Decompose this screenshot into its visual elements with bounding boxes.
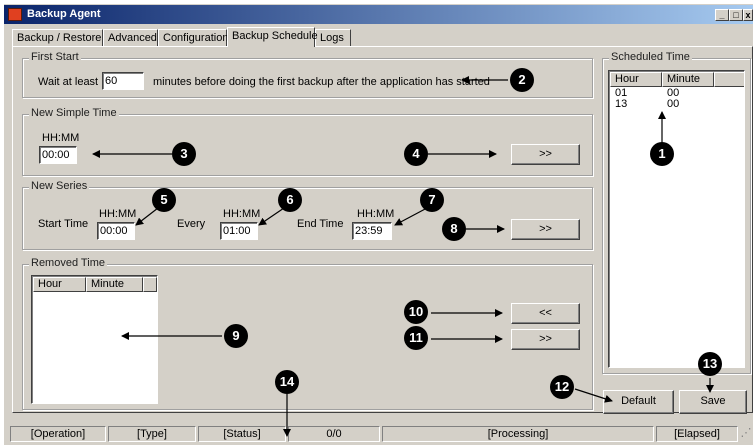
marker-6: 6 xyxy=(278,188,302,212)
marker-2: 2 xyxy=(510,68,534,92)
marker-12: 12 xyxy=(550,375,574,399)
marker-5: 5 xyxy=(152,188,176,212)
annotation-arrows xyxy=(92,76,714,437)
arrow-12-line xyxy=(574,388,613,403)
arrow-5-line xyxy=(135,207,159,226)
arrow-7-line xyxy=(394,207,428,226)
marker-13: 13 xyxy=(698,352,722,376)
tab-backup-schedule[interactable]: Backup Schedule xyxy=(227,27,318,47)
marker-4: 4 xyxy=(404,142,428,166)
marker-14: 14 xyxy=(275,370,299,394)
marker-9: 9 xyxy=(224,324,248,348)
marker-7: 7 xyxy=(420,188,444,212)
arrow-6-line xyxy=(258,207,285,226)
marker-11: 11 xyxy=(404,326,428,350)
marker-1: 1 xyxy=(650,142,674,166)
marker-10: 10 xyxy=(404,300,428,324)
marker-8: 8 xyxy=(442,217,466,241)
marker-3: 3 xyxy=(172,142,196,166)
